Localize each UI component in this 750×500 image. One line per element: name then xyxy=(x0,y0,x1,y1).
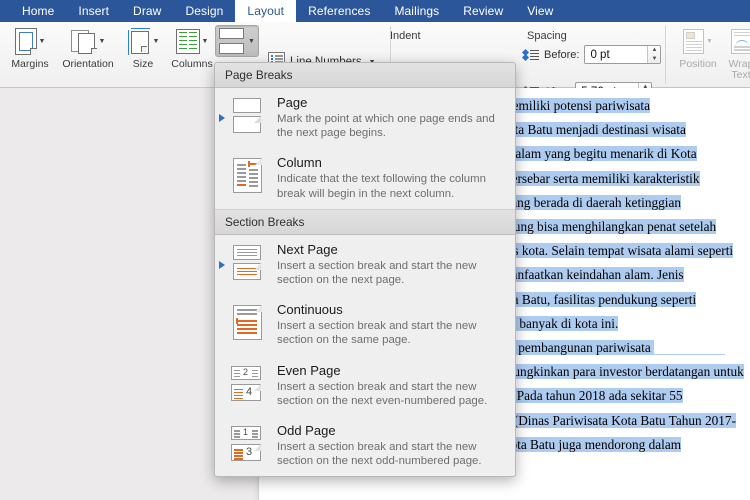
next-page-break-icon xyxy=(228,242,268,287)
spacing-group-header: Spacing xyxy=(527,30,567,42)
column-break-icon xyxy=(228,155,268,200)
orientation-icon: ▼ xyxy=(70,24,106,58)
indent-group-header: Indent xyxy=(390,30,421,42)
menu-item-odd-page-desc: Insert a section break and start the new… xyxy=(277,441,482,468)
menu-item-next-page-title: Next Page xyxy=(277,241,338,257)
tab-insert[interactable]: Insert xyxy=(66,0,121,22)
even-page-break-icon: 2 4 xyxy=(228,363,268,408)
spacing-before-stepper[interactable]: 0 pt ▲ ▼ xyxy=(584,45,662,64)
tab-draw-label: Draw xyxy=(133,4,162,18)
size-button[interactable]: ▼ Size xyxy=(119,24,167,86)
menu-section-header-section-breaks: Section Breaks xyxy=(215,208,515,235)
wrap-text-icon xyxy=(730,24,750,58)
breaks-icon: ▼ xyxy=(215,24,259,58)
margins-icon: ▼ xyxy=(14,24,46,58)
chevron-down-icon[interactable]: ▼ xyxy=(706,38,713,45)
menu-item-continuous-desc: Insert a section break and start the new… xyxy=(277,320,477,347)
tab-layout-label: Layout xyxy=(247,4,285,18)
tab-view-label: View xyxy=(527,4,554,18)
spacing-before-value[interactable]: 0 pt xyxy=(585,46,647,63)
selected-marker-icon xyxy=(219,114,225,123)
menu-item-even-page[interactable]: 2 4 Even Page Insert a section break and… xyxy=(215,356,515,416)
spacing-before-spin-arrows[interactable]: ▲ ▼ xyxy=(647,46,661,64)
ribbon-divider xyxy=(665,26,666,84)
tab-design[interactable]: Design xyxy=(173,0,235,22)
menu-item-even-page-title: Even Page xyxy=(277,362,341,378)
columns-label: Columns xyxy=(171,58,213,70)
columns-icon: ▼ xyxy=(175,24,209,58)
spacing-before-row: Before: 0 pt ▲ ▼ xyxy=(521,45,662,64)
menu-item-even-page-desc: Insert a section break and start the new… xyxy=(277,380,488,407)
tab-view[interactable]: View xyxy=(515,0,565,22)
menu-item-odd-page-title: Odd Page xyxy=(277,423,336,439)
selected-marker-icon xyxy=(219,261,225,270)
chevron-down-icon[interactable]: ▼ xyxy=(99,38,106,45)
menu-item-page[interactable]: Page Mark the point at which one page en… xyxy=(215,88,515,148)
tab-home-label: Home xyxy=(22,4,55,18)
wrap-text-button[interactable]: Wrap Text xyxy=(722,24,750,86)
spacing-before-icon xyxy=(521,48,539,61)
wrap-text-label: Wrap Text xyxy=(728,58,750,81)
menu-item-continuous-title: Continuous xyxy=(277,302,343,318)
orientation-label: Orientation xyxy=(62,58,114,70)
word-window: Home Insert Draw Design Layout Reference… xyxy=(0,0,750,500)
menu-item-column-desc: Indicate that the text following the col… xyxy=(277,173,486,200)
page-break-icon xyxy=(228,95,268,140)
spacing-before-label: Before: xyxy=(544,48,580,61)
tab-draw[interactable]: Draw xyxy=(121,0,173,22)
chevron-down-icon[interactable]: ▼ xyxy=(202,38,209,45)
tab-insert-label: Insert xyxy=(78,4,110,18)
menu-item-column[interactable]: Column Indicate that the text following … xyxy=(215,148,515,208)
tab-references[interactable]: References xyxy=(296,0,382,22)
menu-item-next-page-desc: Insert a section break and start the new… xyxy=(277,259,477,287)
tab-design-label: Design xyxy=(185,4,224,18)
margins-button[interactable]: ▼ Margins xyxy=(2,24,58,86)
margins-label: Margins xyxy=(11,58,49,70)
spin-down-icon[interactable]: ▼ xyxy=(648,55,660,64)
spin-up-icon[interactable]: ▲ xyxy=(648,46,660,55)
menu-item-page-title: Page xyxy=(277,95,308,110)
breaks-dropdown-menu[interactable]: Page Breaks Page Mark the point at which… xyxy=(214,62,516,478)
tab-review[interactable]: Review xyxy=(451,0,515,22)
tab-layout[interactable]: Layout xyxy=(235,0,297,22)
selection-gap xyxy=(654,326,749,354)
tab-home[interactable]: Home xyxy=(10,0,66,22)
ribbon-tab-bar: Home Insert Draw Design Layout Reference… xyxy=(0,0,750,22)
menu-item-odd-page[interactable]: 1 3 Odd Page Insert a section break and … xyxy=(215,416,515,476)
odd-page-break-icon: 1 3 xyxy=(228,423,268,468)
position-button[interactable]: ▼ Position xyxy=(672,24,724,86)
chevron-down-icon[interactable]: ▼ xyxy=(248,38,255,45)
menu-item-next-page[interactable]: Next Page Insert a section break and sta… xyxy=(215,235,515,295)
position-icon: ▼ xyxy=(683,24,713,58)
size-label: Size xyxy=(132,58,154,70)
chevron-down-icon[interactable]: ▼ xyxy=(39,38,46,45)
position-label: Position xyxy=(679,58,717,70)
menu-item-continuous[interactable]: Continuous Insert a section break and st… xyxy=(215,295,515,355)
tab-mailings-label: Mailings xyxy=(394,4,440,18)
continuous-break-icon xyxy=(228,302,268,347)
menu-item-column-title: Column xyxy=(277,155,322,171)
menu-item-page-desc: Mark the point at which one page ends an… xyxy=(277,113,495,140)
chevron-down-icon[interactable]: ▼ xyxy=(153,38,160,45)
menu-section-header-page-breaks: Page Breaks xyxy=(215,63,515,88)
size-icon: ▼ xyxy=(127,24,160,58)
tab-mailings[interactable]: Mailings xyxy=(382,0,451,22)
orientation-button[interactable]: ▼ Orientation xyxy=(57,24,119,86)
tab-review-label: Review xyxy=(463,4,504,18)
tab-references-label: References xyxy=(308,4,371,18)
